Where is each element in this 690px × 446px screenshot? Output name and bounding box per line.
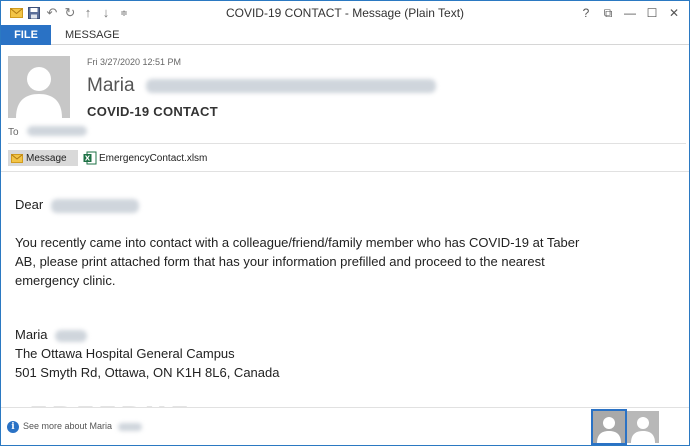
ribbon-display-button[interactable]: ⧉ [597, 4, 619, 22]
redo-icon[interactable]: ↻ [61, 5, 79, 21]
see-more-link[interactable]: See more about Maria [23, 421, 142, 431]
message-item-label: Message [26, 152, 67, 164]
close-button[interactable]: ✕ [663, 4, 685, 22]
title-bar: ↶ ↻ ↑ ↓ ≑ COVID-19 CONTACT - Message (Pl… [1, 1, 689, 25]
up-icon[interactable]: ↑ [79, 5, 97, 21]
svg-text:X: X [85, 155, 91, 163]
greeting-line: Dear [15, 195, 675, 214]
message-subject: COVID-19 CONTACT [87, 104, 218, 119]
signature-name: Maria [15, 327, 48, 342]
minimize-button[interactable]: — [619, 4, 641, 22]
ribbon-tabs: FILE MESSAGE [1, 25, 689, 45]
info-icon: i [7, 421, 19, 433]
signature-address: 501 Smyth Rd, Ottawa, ON K1H 8L6, Canada [15, 365, 280, 380]
undo-icon[interactable]: ↶ [43, 5, 61, 21]
maximize-button[interactable]: ☐ [641, 4, 663, 22]
excel-file-icon: X [83, 151, 97, 165]
tab-message[interactable]: MESSAGE [59, 25, 125, 45]
person-icon [8, 56, 70, 118]
redacted-recipient-name [50, 198, 139, 213]
down-icon[interactable]: ↓ [97, 5, 115, 21]
to-label: To [8, 127, 19, 138]
redacted-sender-surname [117, 422, 142, 431]
see-more-text: See more about Maria [23, 421, 113, 431]
body-paragraph-line: You recently came into contact with a co… [15, 235, 580, 250]
person-icon [627, 411, 659, 443]
divider [1, 171, 689, 172]
body-paragraph-line: emergency clinic. [15, 273, 116, 288]
message-date: Fri 3/27/2020 12:51 PM [87, 57, 182, 67]
signature-name-line: Maria [15, 325, 675, 344]
customize-icon[interactable]: ≑ [115, 5, 133, 21]
message-item-button[interactable]: Message [8, 150, 78, 166]
signature-organization: The Ottawa Hospital General Campus [15, 346, 235, 361]
sender-line[interactable]: Maria [87, 75, 436, 97]
attachment-xlsm[interactable]: X EmergencyContact.xlsm [83, 150, 207, 166]
sender-avatar[interactable] [8, 56, 70, 118]
redacted-recipient [27, 126, 87, 136]
body-paragraph-line: AB, please print attached form that has … [15, 254, 545, 269]
envelope-icon [11, 153, 23, 163]
people-avatar-selected[interactable] [591, 409, 627, 445]
redacted-sender-email [145, 78, 436, 93]
redacted-signature-surname [55, 329, 88, 342]
mail-icon[interactable] [7, 5, 25, 21]
people-avatar[interactable] [627, 411, 659, 443]
help-button[interactable]: ? [575, 4, 597, 22]
sender-name: Maria [87, 75, 135, 96]
person-icon [593, 411, 625, 443]
greeting-text: Dear [15, 197, 44, 212]
save-icon[interactable] [25, 5, 43, 21]
quick-access-toolbar: ↶ ↻ ↑ ↓ ≑ [7, 5, 133, 21]
attachment-filename: EmergencyContact.xlsm [99, 152, 208, 164]
people-pane: i See more about Maria [1, 407, 689, 445]
tab-file[interactable]: FILE [1, 25, 51, 45]
divider [8, 143, 686, 144]
window-controls: ? ⧉ — ☐ ✕ [575, 4, 685, 22]
outlook-message-window: ↶ ↻ ↑ ↓ ≑ COVID-19 CONTACT - Message (Pl… [0, 0, 690, 446]
